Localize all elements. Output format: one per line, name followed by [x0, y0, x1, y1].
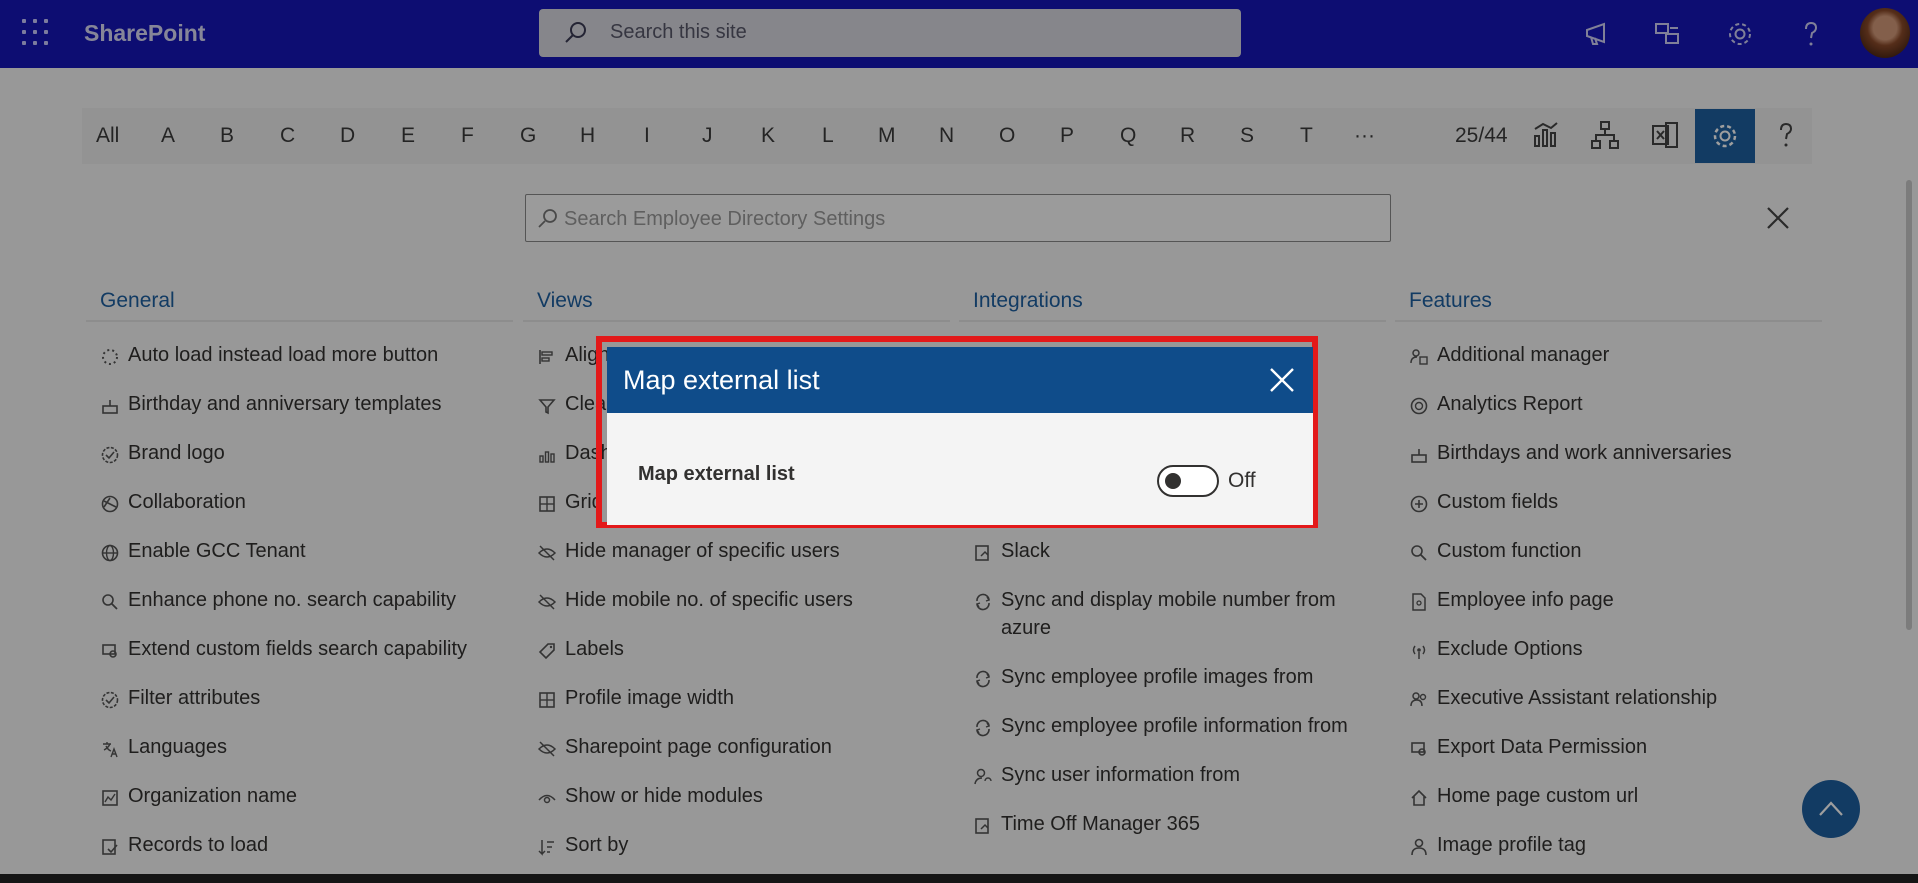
toggle-knob: [1165, 473, 1181, 489]
map-external-list-dialog: Map external list Map external list Off: [607, 347, 1313, 525]
dialog-title: Map external list: [623, 365, 820, 395]
map-external-list-toggle[interactable]: [1157, 465, 1219, 497]
toggle-state-label: Off: [1228, 469, 1256, 492]
map-external-list-label: Map external list: [638, 463, 795, 485]
close-icon[interactable]: [1267, 365, 1297, 395]
dialog-header: Map external list: [607, 347, 1313, 413]
